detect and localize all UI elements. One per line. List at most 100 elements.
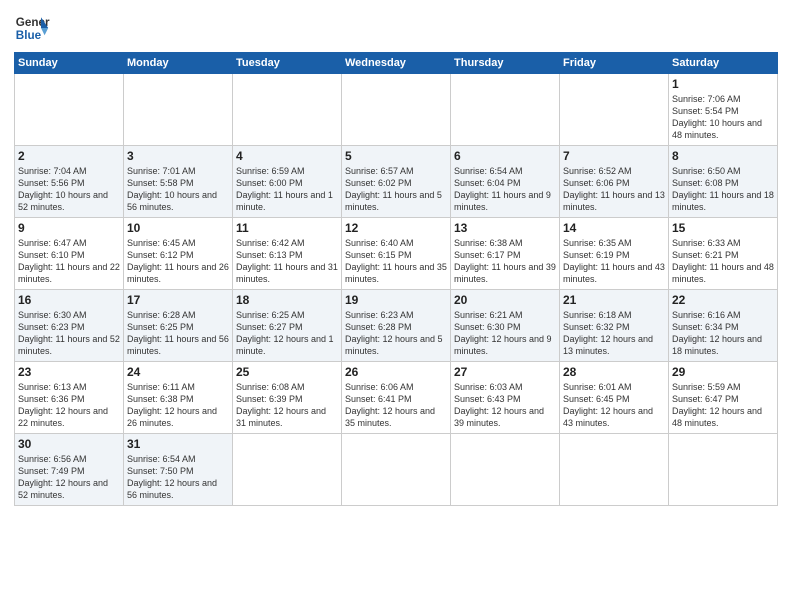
day-info: Sunrise: 6:21 AM Sunset: 6:30 PM Dayligh… [454,309,556,358]
table-row: 4Sunrise: 6:59 AM Sunset: 6:00 PM Daylig… [233,146,342,218]
day-info: Sunrise: 7:01 AM Sunset: 5:58 PM Dayligh… [127,165,229,214]
table-row: 16 Sunrise: 6:30 AM Sunset: 6:23 PM Dayli… [15,290,124,362]
day-info: Sunrise: 5:59 AM Sunset: 6:47 PM Dayligh… [672,381,774,430]
day-info: Sunrise: 6:08 AM Sunset: 6:39 PM Dayligh… [236,381,338,430]
day-info: Sunrise: 6:28 AM Sunset: 6:25 PM Dayligh… [127,309,229,358]
day-info: Sunrise: 6:01 AM Sunset: 6:45 PM Dayligh… [563,381,665,430]
table-row: 13 Sunrise: 6:38 AM Sunset: 6:17 PM Dayli… [451,218,560,290]
day-number: 7 [563,149,665,163]
day-number: 23 [18,365,120,379]
day-number: 24 [127,365,229,379]
day-info: Sunrise: 6:23 AM Sunset: 6:28 PM Dayligh… [345,309,447,358]
day-info: Sunrise: 6:50 AM Sunset: 6:08 PM Dayligh… [672,165,774,214]
day-number: 4 [236,149,338,163]
day-number: 20 [454,293,556,307]
day-info: Sunrise: 6:35 AM Sunset: 6:19 PM Dayligh… [563,237,665,286]
day-number: 31 [127,437,229,451]
day-number: 14 [563,221,665,235]
calendar-week-row: 9 Sunrise: 6:47 AM Sunset: 6:10 PM Daylig… [15,218,778,290]
day-info: Sunrise: 6:03 AM Sunset: 6:43 PM Dayligh… [454,381,556,430]
table-row: 2Sunrise: 7:04 AM Sunset: 5:56 PM Daylig… [15,146,124,218]
calendar-header-row: Sunday Monday Tuesday Wednesday Thursday… [15,53,778,74]
col-thursday: Thursday [451,53,560,74]
day-number: 16 [18,293,120,307]
day-info: Sunrise: 6:25 AM Sunset: 6:27 PM Dayligh… [236,309,338,358]
day-info: Sunrise: 6:47 AM Sunset: 6:10 PM Dayligh… [18,237,120,286]
col-wednesday: Wednesday [342,53,451,74]
day-number: 6 [454,149,556,163]
day-number: 15 [672,221,774,235]
table-row: 12Sunrise: 6:40 AM Sunset: 6:15 PM Dayli… [342,218,451,290]
table-row: 18Sunrise: 6:25 AM Sunset: 6:27 PM Dayli… [233,290,342,362]
day-info: Sunrise: 6:56 AM Sunset: 7:49 PM Dayligh… [18,453,120,502]
table-row [342,434,451,506]
day-number: 28 [563,365,665,379]
table-row: 8 Sunrise: 6:50 AM Sunset: 6:08 PM Daylig… [669,146,778,218]
table-row: 10 Sunrise: 6:45 AM Sunset: 6:12 PM Dayli… [124,218,233,290]
table-row: 26 Sunrise: 6:06 AM Sunset: 6:41 PM Dayli… [342,362,451,434]
calendar: Sunday Monday Tuesday Wednesday Thursday… [14,52,778,506]
table-row: 22 Sunrise: 6:16 AM Sunset: 6:34 PM Dayli… [669,290,778,362]
calendar-week-row: 23 Sunrise: 6:13 AM Sunset: 6:36 PM Dayli… [15,362,778,434]
day-number: 5 [345,149,447,163]
col-monday: Monday [124,53,233,74]
table-row [560,74,669,146]
day-number: 10 [127,221,229,235]
svg-text:Blue: Blue [16,29,42,42]
table-row [233,74,342,146]
table-row: 27Sunrise: 6:03 AM Sunset: 6:43 PM Dayli… [451,362,560,434]
table-row: 14 Sunrise: 6:35 AM Sunset: 6:19 PM Dayli… [560,218,669,290]
day-info: Sunrise: 6:13 AM Sunset: 6:36 PM Dayligh… [18,381,120,430]
table-row: 5 Sunrise: 6:57 AM Sunset: 6:02 PM Daylig… [342,146,451,218]
table-row: 3Sunrise: 7:01 AM Sunset: 5:58 PM Daylig… [124,146,233,218]
logo: General Blue [14,10,50,46]
table-row: 6Sunrise: 6:54 AM Sunset: 6:04 PM Daylig… [451,146,560,218]
day-number: 29 [672,365,774,379]
day-number: 26 [345,365,447,379]
day-info: Sunrise: 6:11 AM Sunset: 6:38 PM Dayligh… [127,381,229,430]
col-saturday: Saturday [669,53,778,74]
table-row [15,74,124,146]
day-number: 22 [672,293,774,307]
day-info: Sunrise: 6:57 AM Sunset: 6:02 PM Dayligh… [345,165,447,214]
table-row: 25 Sunrise: 6:08 AM Sunset: 6:39 PM Dayli… [233,362,342,434]
day-number: 1 [672,77,774,91]
table-row: 7Sunrise: 6:52 AM Sunset: 6:06 PM Daylig… [560,146,669,218]
day-info: Sunrise: 6:54 AM Sunset: 7:50 PM Dayligh… [127,453,229,502]
calendar-week-row: 1Sunrise: 7:06 AM Sunset: 5:54 PM Daylig… [15,74,778,146]
table-row: 31 Sunrise: 6:54 AM Sunset: 7:50 PM Dayli… [124,434,233,506]
table-row: 19Sunrise: 6:23 AM Sunset: 6:28 PM Dayli… [342,290,451,362]
table-row: 17Sunrise: 6:28 AM Sunset: 6:25 PM Dayli… [124,290,233,362]
table-row: 11Sunrise: 6:42 AM Sunset: 6:13 PM Dayli… [233,218,342,290]
day-number: 11 [236,221,338,235]
day-info: Sunrise: 6:45 AM Sunset: 6:12 PM Dayligh… [127,237,229,286]
col-tuesday: Tuesday [233,53,342,74]
table-row: 15 Sunrise: 6:33 AM Sunset: 6:21 PM Dayli… [669,218,778,290]
day-number: 9 [18,221,120,235]
day-info: Sunrise: 6:18 AM Sunset: 6:32 PM Dayligh… [563,309,665,358]
table-row: 1Sunrise: 7:06 AM Sunset: 5:54 PM Daylig… [669,74,778,146]
page: General Blue Sunday Monday Tuesday Wedne… [0,0,792,612]
col-sunday: Sunday [15,53,124,74]
day-info: Sunrise: 6:06 AM Sunset: 6:41 PM Dayligh… [345,381,447,430]
day-number: 30 [18,437,120,451]
header: General Blue [14,10,778,46]
table-row: 20 Sunrise: 6:21 AM Sunset: 6:30 PM Dayli… [451,290,560,362]
day-number: 8 [672,149,774,163]
day-info: Sunrise: 6:40 AM Sunset: 6:15 PM Dayligh… [345,237,447,286]
table-row [451,434,560,506]
day-info: Sunrise: 6:33 AM Sunset: 6:21 PM Dayligh… [672,237,774,286]
day-number: 13 [454,221,556,235]
table-row: 23 Sunrise: 6:13 AM Sunset: 6:36 PM Dayli… [15,362,124,434]
day-number: 25 [236,365,338,379]
day-info: Sunrise: 6:30 AM Sunset: 6:23 PM Dayligh… [18,309,120,358]
table-row: 30 Sunrise: 6:56 AM Sunset: 7:49 PM Dayli… [15,434,124,506]
table-row [124,74,233,146]
table-row [342,74,451,146]
day-info: Sunrise: 6:38 AM Sunset: 6:17 PM Dayligh… [454,237,556,286]
logo-icon: General Blue [14,10,50,46]
table-row: 29 Sunrise: 5:59 AM Sunset: 6:47 PM Dayli… [669,362,778,434]
day-info: Sunrise: 6:16 AM Sunset: 6:34 PM Dayligh… [672,309,774,358]
table-row [451,74,560,146]
calendar-week-row: 30 Sunrise: 6:56 AM Sunset: 7:49 PM Dayli… [15,434,778,506]
